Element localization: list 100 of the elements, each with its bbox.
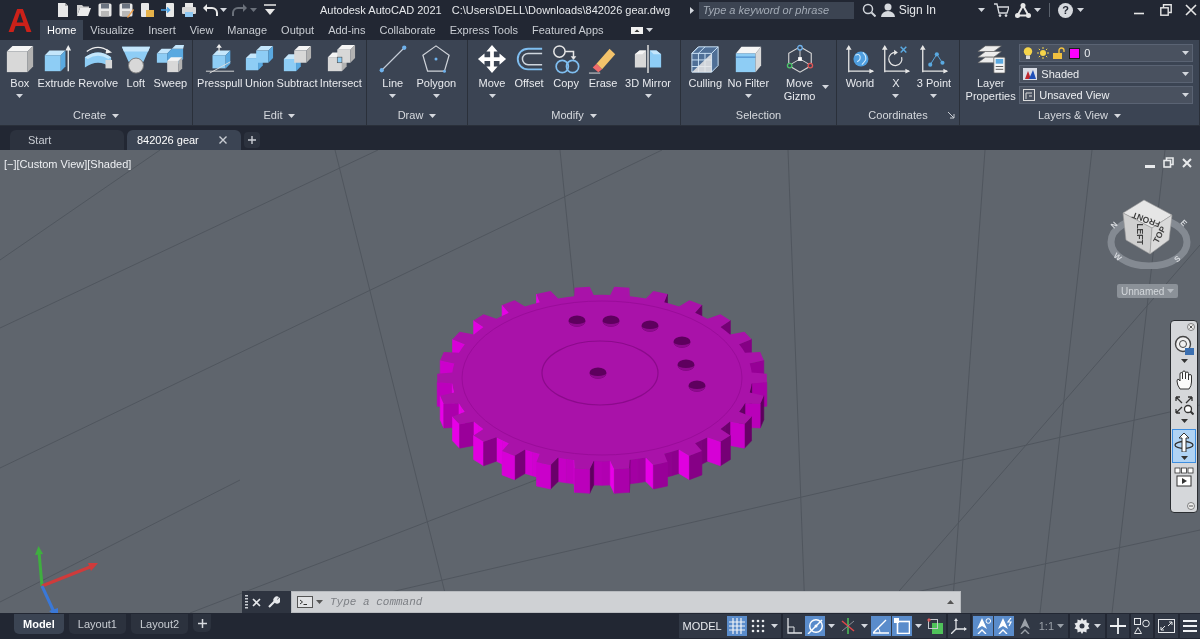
ribbon-tab[interactable]: Express Tools <box>442 20 525 40</box>
ribbon-tool-button[interactable]: Sweep <box>153 44 188 90</box>
annotation-scale-dropdown[interactable]: 1:1 <box>1035 616 1067 636</box>
ribbon-tab[interactable]: Home <box>40 20 84 40</box>
ribbon-tool-button[interactable]: Erase <box>588 44 619 90</box>
caret-icon[interactable] <box>112 113 119 118</box>
ribbon-tab[interactable]: Insert <box>141 20 183 40</box>
ribbon-tool-button[interactable]: Presspull <box>197 44 243 90</box>
ribbon-tool-button[interactable]: 3D Mirror <box>625 44 671 90</box>
caret-icon[interactable] <box>645 28 653 32</box>
caret-icon[interactable] <box>744 94 752 98</box>
ribbon-tool-button[interactable]: Union <box>244 44 275 90</box>
viewport-control-link[interactable]: [Custom View] <box>16 156 88 173</box>
caret-icon[interactable] <box>860 624 868 628</box>
caret-icon[interactable] <box>488 94 496 98</box>
ribbon-tool-button[interactable]: 3 Point <box>916 44 952 90</box>
command-line-field[interactable]: Type a command <box>291 591 961 613</box>
ribbon-tool-button[interactable]: X <box>880 44 911 90</box>
caret-icon[interactable] <box>930 94 938 98</box>
ribbon-toggle-icon[interactable] <box>630 26 643 34</box>
model-space-button[interactable]: MODEL <box>678 614 726 638</box>
ribbon-tool-button[interactable]: Revolve <box>78 44 118 90</box>
caret-icon[interactable] <box>689 6 694 14</box>
caret-icon[interactable] <box>978 8 985 12</box>
triangle-nodes-icon[interactable] <box>1015 2 1031 18</box>
ribbon-tab[interactable]: Manage <box>220 20 275 40</box>
restore-icon[interactable] <box>1163 157 1174 168</box>
panel-title[interactable]: Edit <box>263 107 296 124</box>
caret-icon[interactable] <box>288 113 296 118</box>
command-prompt-icon[interactable] <box>297 596 313 608</box>
save-as-icon[interactable] <box>118 2 134 18</box>
caret-icon[interactable] <box>432 94 440 98</box>
layout-tab[interactable]: Layout2 <box>130 614 189 634</box>
steering-wheel-button[interactable] <box>1172 334 1196 366</box>
ribbon-tab[interactable]: Output <box>274 20 322 40</box>
layer-dropdown[interactable]: 0 <box>1019 44 1194 62</box>
phone-folder-icon[interactable] <box>139 2 155 18</box>
compass-letter[interactable]: E <box>1178 218 1189 229</box>
annotation-autoscale-button[interactable] <box>993 616 1014 636</box>
fullscreen-icon[interactable] <box>1158 619 1175 633</box>
open-folder-icon[interactable] <box>76 2 92 18</box>
caret-icon[interactable] <box>892 94 900 98</box>
caret-icon[interactable] <box>644 94 652 98</box>
panel-title[interactable]: Modify <box>551 107 597 124</box>
caret-icon[interactable] <box>16 94 24 98</box>
panel-title[interactable]: Create <box>73 107 119 124</box>
settings-icon[interactable] <box>1074 618 1090 634</box>
ribbon-tool-button[interactable]: Move Gizmo <box>774 44 825 103</box>
search-icon[interactable] <box>861 3 876 17</box>
compass-letter[interactable]: N <box>1109 220 1120 231</box>
new-tab-button[interactable] <box>244 132 260 148</box>
ribbon-tool-button[interactable]: Culling <box>688 44 723 90</box>
ribbon-tab[interactable]: Featured Apps <box>525 20 611 40</box>
caret-icon[interactable] <box>589 113 597 118</box>
ribbon-tool-button[interactable]: No Filter <box>727 44 770 90</box>
ribbon-tab[interactable]: Add-ins <box>321 20 373 40</box>
object-snap-button[interactable] <box>891 616 912 636</box>
caret-icon[interactable] <box>827 624 835 628</box>
grid-button[interactable] <box>726 616 747 636</box>
save-icon[interactable] <box>97 2 113 18</box>
ribbon-tool-button[interactable]: Layer Properties <box>965 44 1016 103</box>
plus-icon[interactable] <box>1110 618 1126 634</box>
ribbon-tool-button[interactable]: Polygon <box>416 44 457 90</box>
document-tab[interactable]: 842026 gear <box>127 130 241 150</box>
view-dropdown[interactable]: Unsaved View <box>1019 86 1194 104</box>
close-icon[interactable] <box>1187 323 1195 331</box>
polar-tracking-button[interactable] <box>804 616 825 636</box>
caret-icon[interactable] <box>1182 72 1190 76</box>
caret-icon[interactable] <box>1182 51 1190 55</box>
ribbon-tab[interactable]: Visualize <box>83 20 142 40</box>
redo-icon[interactable] <box>232 2 248 18</box>
visual-style-dropdown[interactable]: Shaded <box>1019 65 1194 83</box>
command-input[interactable]: Type a command <box>326 592 944 612</box>
caret-icon[interactable] <box>1094 624 1101 628</box>
printer-icon[interactable] <box>181 2 197 18</box>
drawing-viewport[interactable]: [−][Custom View][Shaded] FRONT LEFT TOP N E S W Unnamed Type a command <box>0 150 1200 613</box>
phone-arrow-icon[interactable] <box>160 2 176 18</box>
ribbon-tool-button[interactable]: Copy <box>551 44 582 90</box>
annotation-visibility-button[interactable] <box>972 616 993 636</box>
caret-icon[interactable] <box>1057 624 1064 628</box>
ribbon-tool-button[interactable]: Box <box>4 44 35 90</box>
caret-icon[interactable] <box>1180 419 1188 423</box>
undo-icon[interactable] <box>202 2 218 18</box>
dynamic-ucs-button[interactable] <box>870 616 891 636</box>
panel-title[interactable]: Draw <box>397 107 437 124</box>
layout-tab[interactable]: Layout1 <box>68 614 126 634</box>
new-layout-button[interactable] <box>193 614 212 632</box>
dialog-launcher-icon[interactable] <box>948 112 955 119</box>
ribbon-tool-button[interactable]: Extrude <box>37 44 76 90</box>
viewport-control-link[interactable]: [Shaded] <box>87 156 132 173</box>
menu-icon[interactable] <box>1183 619 1197 633</box>
isolate-shapes-icon[interactable] <box>1134 618 1150 634</box>
caret-icon[interactable] <box>1114 113 1122 118</box>
expand-history-icon[interactable] <box>947 600 954 604</box>
document-tab[interactable]: Start <box>10 130 124 150</box>
ribbon-tool-button[interactable]: Loft <box>120 44 151 90</box>
caret-icon[interactable] <box>1180 359 1188 363</box>
ribbon-tool-button[interactable]: World <box>844 44 875 90</box>
help-button[interactable]: ? <box>1058 2 1073 18</box>
viewport-control-link[interactable]: [−] <box>4 156 17 173</box>
